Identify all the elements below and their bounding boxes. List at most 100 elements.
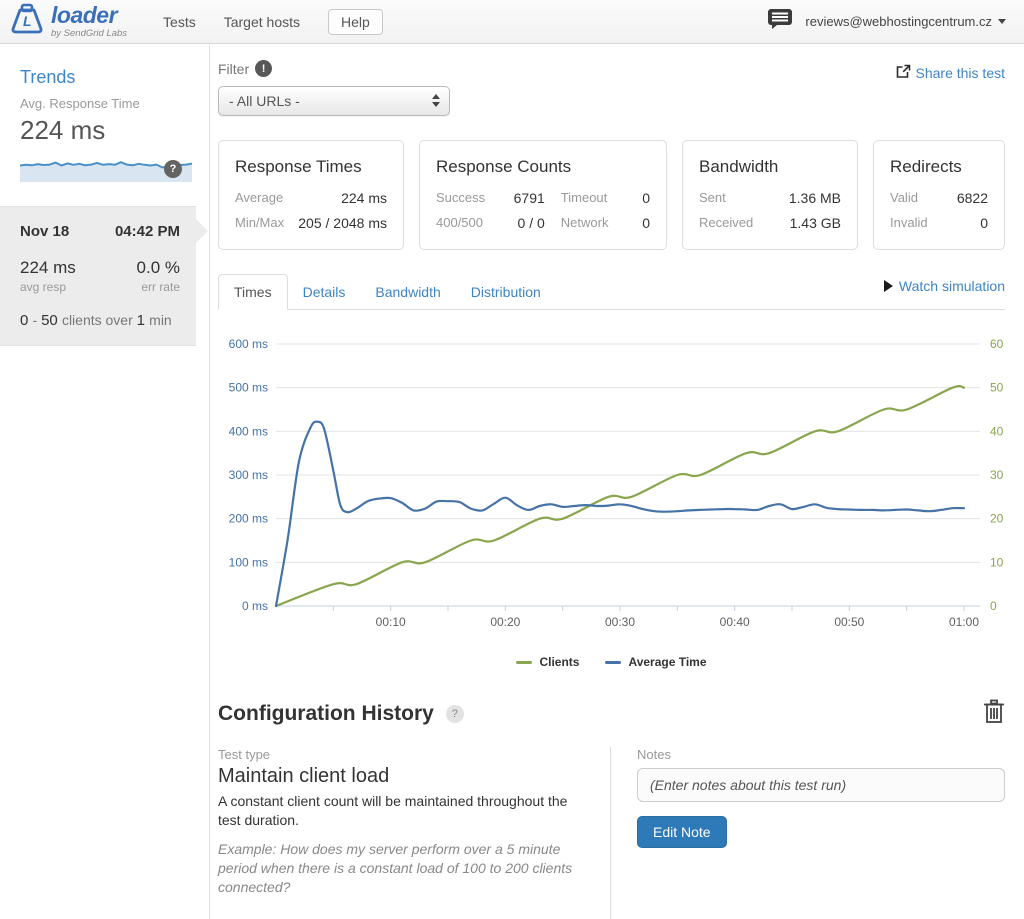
- edit-note-button[interactable]: Edit Note: [637, 816, 727, 848]
- stat-value: 0: [980, 215, 988, 231]
- svg-text:200 ms: 200 ms: [229, 512, 268, 526]
- share-icon: [896, 64, 911, 82]
- svg-text:00:20: 00:20: [490, 615, 520, 629]
- chevron-down-icon: [998, 19, 1006, 24]
- stat-label: Invalid: [890, 215, 928, 231]
- run-clients-summary: 0 - 50 clients over 1 min: [20, 312, 180, 329]
- svg-text:400 ms: 400 ms: [229, 424, 268, 438]
- svg-text:50: 50: [990, 381, 1004, 395]
- filter-label: Filter: [218, 61, 249, 77]
- stat-card-title: Response Counts: [436, 157, 650, 177]
- notes-input[interactable]: (Enter notes about this test run): [637, 768, 1005, 802]
- svg-text:500 ms: 500 ms: [229, 381, 268, 395]
- top-navbar: L loader by SendGrid Labs Tests Target h…: [0, 0, 1024, 44]
- stat-card-response-counts: Response CountsSuccess6791Timeout0400/50…: [419, 140, 667, 250]
- err-rate-label: err rate: [141, 280, 180, 294]
- legend-average-time[interactable]: Average Time: [605, 655, 706, 669]
- run-avg-response: 224 ms: [20, 258, 76, 278]
- stat-value: 205 / 2048 ms: [298, 215, 387, 231]
- stat-value: 0: [642, 190, 650, 206]
- svg-text:100 ms: 100 ms: [229, 555, 268, 569]
- test-run-card[interactable]: Nov 18 04:42 PM 224 ms 0.0 % avg resp er…: [0, 206, 196, 346]
- svg-text:0 ms: 0 ms: [242, 599, 268, 613]
- stat-label: Received: [699, 215, 753, 231]
- legend-swatch-icon: [516, 661, 532, 664]
- play-icon: [884, 280, 893, 292]
- stat-label: Timeout: [561, 190, 607, 206]
- tab-bandwidth[interactable]: Bandwidth: [360, 275, 455, 309]
- response-time-chart: 0 ms0100 ms10200 ms20300 ms30400 ms40500…: [218, 324, 1005, 669]
- svg-text:40: 40: [990, 424, 1004, 438]
- svg-text:0: 0: [990, 599, 997, 613]
- nav-tests[interactable]: Tests: [163, 14, 196, 30]
- stat-value: 6791: [514, 190, 545, 206]
- tab-distribution[interactable]: Distribution: [456, 275, 556, 309]
- stat-label: Network: [561, 215, 609, 231]
- stat-card-title: Bandwidth: [699, 157, 841, 177]
- stat-value: 1.43 GB: [790, 215, 841, 231]
- svg-text:600 ms: 600 ms: [229, 337, 268, 351]
- stat-label: Sent: [699, 190, 726, 206]
- run-date: Nov 18: [20, 223, 69, 240]
- svg-text:20: 20: [990, 512, 1004, 526]
- svg-text:00:50: 00:50: [834, 615, 864, 629]
- run-time: 04:42 PM: [115, 223, 180, 240]
- stat-value: 6822: [957, 190, 988, 206]
- url-filter-selected-value: - All URLs -: [229, 93, 300, 109]
- watch-simulation-link[interactable]: Watch simulation: [884, 278, 1005, 294]
- chart-canvas: 0 ms0100 ms10200 ms20300 ms30400 ms40500…: [218, 324, 1005, 642]
- brand-name: loader: [51, 4, 127, 27]
- svg-text:300 ms: 300 ms: [229, 468, 268, 482]
- stat-value: 0 / 0: [518, 215, 545, 231]
- config-history-title: Configuration History: [218, 702, 434, 726]
- stat-card-title: Response Times: [235, 157, 387, 177]
- brand[interactable]: L loader by SendGrid Labs: [10, 3, 127, 40]
- stat-card-redirects: Redirects Valid 6822 Invalid 0: [873, 140, 1005, 250]
- account-email: reviews@webhostingcentrum.cz: [805, 14, 992, 29]
- svg-text:00:40: 00:40: [720, 615, 750, 629]
- stat-label: Valid: [890, 190, 918, 206]
- notes-label: Notes: [637, 747, 1005, 762]
- stats-cards: Response TimesAverage224 msMin/Max205 / …: [218, 140, 1005, 250]
- trends-link[interactable]: Trends: [20, 67, 195, 88]
- stat-card-response-times: Response TimesAverage224 msMin/Max205 / …: [218, 140, 404, 250]
- main-content: Filter ! - All URLs - Share this test Re…: [210, 44, 1024, 919]
- stat-card-title: Redirects: [890, 157, 988, 177]
- brand-tagline: by SendGrid Labs: [51, 29, 127, 39]
- messages-icon[interactable]: [767, 8, 793, 35]
- avg-resp-label: avg resp: [20, 280, 66, 294]
- legend-swatch-icon: [605, 661, 621, 664]
- svg-text:30: 30: [990, 468, 1004, 482]
- nav-target-hosts[interactable]: Target hosts: [224, 14, 300, 30]
- chart-legend: Clients Average Time: [218, 655, 1005, 669]
- delete-test-icon[interactable]: [983, 699, 1005, 729]
- chart-tabs: TimesDetailsBandwidthDistribution Watch …: [218, 274, 1005, 310]
- svg-text:L: L: [23, 13, 32, 29]
- config-help-icon[interactable]: ?: [446, 705, 464, 723]
- svg-text:00:10: 00:10: [376, 615, 406, 629]
- loader-logo-icon: L: [10, 3, 44, 40]
- account-menu[interactable]: reviews@webhostingcentrum.cz: [805, 14, 1006, 29]
- stat-label: Success: [436, 190, 485, 206]
- stat-value: 0: [642, 215, 650, 231]
- test-type-label: Test type: [218, 747, 584, 762]
- svg-text:00:30: 00:30: [605, 615, 635, 629]
- legend-clients[interactable]: Clients: [516, 655, 579, 669]
- test-type-value: Maintain client load: [218, 765, 584, 788]
- share-test-link[interactable]: Share this test: [896, 64, 1006, 82]
- tab-times[interactable]: Times: [218, 274, 288, 310]
- svg-text:01:00: 01:00: [949, 615, 979, 629]
- select-arrows-icon: [432, 94, 440, 107]
- svg-text:10: 10: [990, 555, 1004, 569]
- filter-info-icon[interactable]: !: [255, 60, 272, 77]
- sparkline-help-icon[interactable]: ?: [164, 160, 182, 178]
- url-filter-select[interactable]: - All URLs -: [218, 86, 450, 116]
- stat-value: 1.36 MB: [789, 190, 841, 206]
- metric-value: 224 ms: [20, 115, 195, 146]
- test-type-description: A constant client count will be maintain…: [218, 792, 584, 830]
- test-type-example: Example: How does my server perform over…: [218, 840, 584, 897]
- stat-card-bandwidth: Bandwidth Sent 1.36 MB Received 1.43 GB: [682, 140, 858, 250]
- help-button[interactable]: Help: [328, 9, 383, 35]
- stat-value: 224 ms: [341, 190, 387, 206]
- tab-details[interactable]: Details: [288, 275, 361, 309]
